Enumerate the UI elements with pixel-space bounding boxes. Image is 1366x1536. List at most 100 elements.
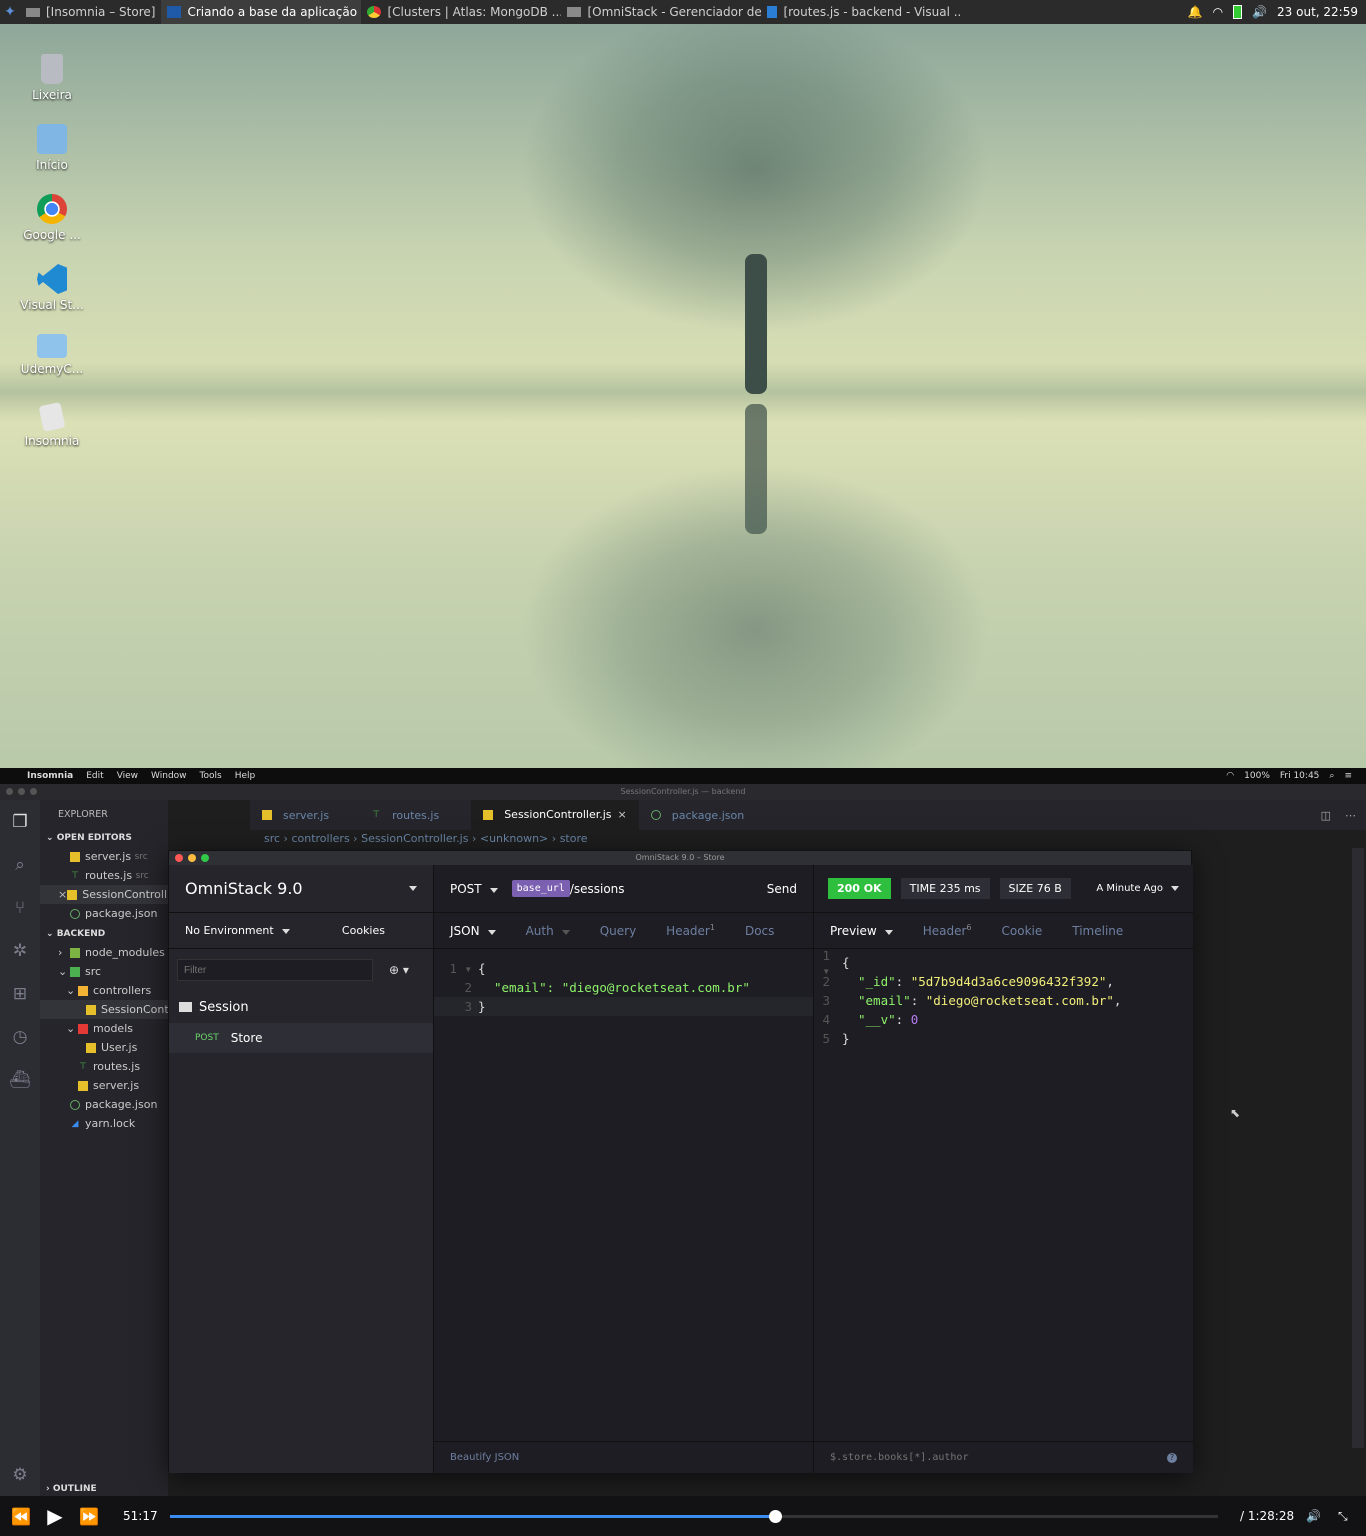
source-control-icon[interactable]: ⑂ (0, 886, 40, 929)
menu-edit[interactable]: Edit (86, 771, 103, 781)
wifi-icon[interactable]: ◠ (1213, 5, 1223, 19)
tab-session-controller[interactable]: SessionController.js × (471, 800, 639, 830)
zoom-dot[interactable] (30, 788, 37, 795)
volume-icon[interactable]: 🔊 (1306, 1509, 1321, 1523)
start-menu-icon[interactable]: ✦ (0, 0, 20, 24)
tree-folder[interactable]: ⌄ models (40, 1019, 168, 1038)
breadcrumb-item[interactable]: SessionController.js (361, 832, 468, 845)
close-icon[interactable]: × (58, 888, 67, 901)
desktop-icon-trash[interactable]: Lixeira (14, 54, 90, 102)
menu-app-name[interactable]: Insomnia (27, 771, 73, 781)
tab-docs[interactable]: Docs (745, 924, 774, 938)
tab-package-json[interactable]: package.json (639, 800, 756, 830)
open-editor-item[interactable]: server.js src (40, 847, 168, 866)
tree-folder[interactable]: ⌄ controllers (40, 981, 168, 1000)
workspace-dropdown[interactable]: OmniStack 9.0 (169, 865, 433, 913)
tab-json[interactable]: JSON (450, 924, 496, 938)
add-request-icon[interactable]: ⊕ ▾ (389, 963, 409, 977)
breadcrumb-item[interactable]: store (560, 832, 588, 845)
tab-auth[interactable]: Auth (526, 924, 570, 938)
response-viewer[interactable]: 1 ▾{ 2 "_id": "5d7b9d4d3a6ce9096432f392",… (814, 948, 1193, 1048)
rewind-icon[interactable]: ⏪ (4, 1507, 38, 1526)
play-icon[interactable]: ▶ (38, 1504, 72, 1528)
battery-percent[interactable]: 100% (1244, 771, 1270, 781)
split-editor-icon[interactable]: ◫ (1321, 809, 1331, 822)
tab-preview[interactable]: Preview (830, 924, 893, 938)
tab-routes-js[interactable]: ⊤ routes.js (341, 800, 451, 830)
breadcrumb-item[interactable]: <unknown> (480, 832, 548, 845)
tab-response-header[interactable]: Header6 (923, 923, 972, 938)
beautify-json-button[interactable]: Beautify JSON (450, 1452, 519, 1463)
extensions-icon[interactable]: ⊞ (0, 972, 40, 1015)
desktop-icon-insomnia[interactable]: Insomnia (14, 401, 90, 448)
tab-cookie[interactable]: Cookie (1002, 924, 1043, 938)
help-icon[interactable]: ? (1167, 1452, 1177, 1463)
taskbar-item-vscode[interactable]: [routes.js - backend - Visual ... (761, 0, 961, 24)
minimize-dot[interactable] (18, 788, 25, 795)
desktop-icon-udemy-folder[interactable]: UdemyC... (14, 334, 90, 376)
more-actions-icon[interactable]: ⋯ (1345, 809, 1356, 822)
tree-file-active[interactable]: SessionContr... (40, 1000, 168, 1019)
settings-gear-icon[interactable]: ⚙ (0, 1453, 40, 1496)
breadcrumb-item[interactable]: src (264, 832, 280, 845)
url-variable-tag[interactable]: base_url (511, 880, 570, 897)
zoom-dot[interactable] (201, 854, 209, 862)
tab-query[interactable]: Query (600, 924, 636, 938)
close-icon[interactable]: × (618, 808, 627, 821)
fast-forward-icon[interactable]: ⏩ (72, 1507, 106, 1526)
minimize-dot[interactable] (188, 854, 196, 862)
tree-file[interactable]: User.js (40, 1038, 168, 1057)
search-icon[interactable]: ⌕ (0, 843, 40, 886)
battery-icon[interactable] (1233, 5, 1243, 19)
wifi-icon[interactable]: ◠ (1226, 771, 1234, 781)
menu-tools[interactable]: Tools (200, 771, 222, 781)
explorer-icon[interactable]: ❐ (0, 800, 40, 843)
docker-icon[interactable]: ⛴ (0, 1058, 40, 1101)
open-editor-item-active[interactable]: × SessionControll... (40, 885, 168, 904)
menu-list-icon[interactable]: ≡ (1344, 771, 1352, 781)
seek-bar[interactable] (170, 1510, 1218, 1523)
menu-view[interactable]: View (117, 771, 138, 781)
mac-clock[interactable]: Fri 10:45 (1280, 771, 1320, 781)
tree-folder[interactable]: ⌄ src (40, 962, 168, 981)
cookies-button[interactable]: Cookies (342, 924, 385, 937)
desktop-icon-home[interactable]: Início (14, 124, 90, 172)
request-item-store[interactable]: POST Store (169, 1023, 433, 1053)
taskbar-item-insomnia[interactable]: [Insomnia – Store] (20, 0, 161, 24)
menu-window[interactable]: Window (151, 771, 187, 781)
tree-file[interactable]: ⊤ routes.js (40, 1057, 168, 1076)
tree-file[interactable]: package.json (40, 1095, 168, 1114)
tree-folder[interactable]: › node_modules (40, 943, 168, 962)
volume-icon[interactable]: 🔊 (1252, 5, 1267, 19)
breadcrumb-item[interactable]: controllers (291, 832, 349, 845)
search-icon[interactable]: ⌕ (1329, 771, 1334, 781)
method-dropdown[interactable]: POST (450, 882, 498, 896)
open-editors-header[interactable]: ⌄ OPEN EDITORS (40, 829, 168, 847)
taskbar-item-files[interactable]: [OmniStack - Gerenciador de... (561, 0, 761, 24)
timeline-icon[interactable]: ◷ (0, 1015, 40, 1058)
clock[interactable]: 23 out, 22:59 (1277, 5, 1358, 19)
tab-server-js[interactable]: server.js (250, 800, 341, 830)
fullscreen-exit-icon[interactable]: ⤡ (1338, 1509, 1348, 1524)
seek-handle[interactable] (768, 1510, 782, 1523)
menu-help[interactable]: Help (235, 771, 256, 781)
url-path[interactable]: /sessions (570, 882, 625, 896)
open-editor-item[interactable]: package.json (40, 904, 168, 923)
send-button[interactable]: Send (767, 882, 797, 896)
taskbar-item-chrome[interactable]: [Clusters | Atlas: MongoDB ... (361, 0, 561, 24)
close-dot[interactable] (175, 854, 183, 862)
tree-file[interactable]: server.js (40, 1076, 168, 1095)
editor-scrollbar[interactable] (1352, 848, 1364, 1448)
request-body-editor[interactable]: 1 ▾{ 2 "email": "diego@rocketseat.com.br"… (434, 949, 813, 1016)
desktop-icon-chrome[interactable]: Google ... (14, 194, 90, 242)
folder-session[interactable]: Session (169, 991, 433, 1023)
backend-header[interactable]: ⌄ BACKEND (40, 925, 168, 943)
environment-dropdown[interactable]: No Environment (185, 924, 290, 937)
debug-icon[interactable]: ✲ (0, 929, 40, 972)
filter-input[interactable] (177, 959, 373, 981)
close-dot[interactable] (6, 788, 13, 795)
desktop-icon-vscode[interactable]: Visual St... (14, 264, 90, 312)
tree-file[interactable]: ◢ yarn.lock (40, 1114, 168, 1133)
taskbar-item-video[interactable]: Criando a base da aplicação ... (161, 0, 362, 24)
open-editor-item[interactable]: ⊤ routes.js src (40, 866, 168, 885)
